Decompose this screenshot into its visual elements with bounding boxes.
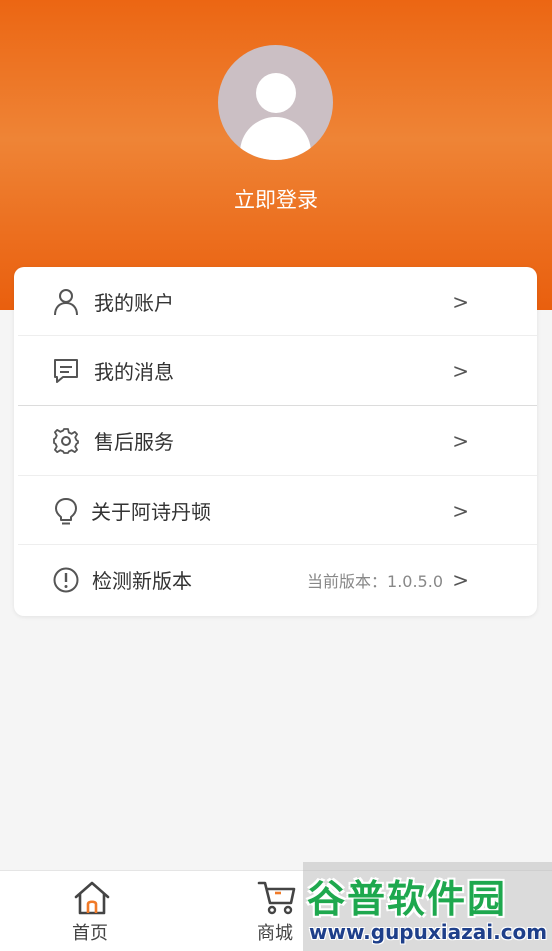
chevron-right-icon: >: [452, 498, 469, 523]
menu-item-label: 售后服务: [94, 430, 174, 454]
chevron-right-icon: >: [452, 428, 469, 453]
watermark-title: 谷普软件园: [307, 877, 508, 921]
login-link[interactable]: 立即登录: [0, 184, 552, 214]
cart-icon: [257, 879, 297, 917]
menu-item-messages[interactable]: 我的消息 >: [14, 336, 537, 405]
menu-item-check-update[interactable]: 检测新版本 当前版本：1.0.5.0 >: [14, 545, 537, 614]
menu-card: 我的账户 > 我的消息 > 售后服务 > 关于阿诗丹顿 > 检测新版本 当前版本…: [14, 267, 537, 616]
tab-label: 首页: [72, 923, 108, 944]
message-icon: [52, 357, 80, 385]
chevron-right-icon: >: [452, 567, 469, 592]
menu-item-about[interactable]: 关于阿诗丹顿 >: [14, 476, 537, 545]
avatar-head: [256, 73, 296, 113]
gear-icon: [52, 427, 80, 455]
chevron-right-icon: >: [452, 289, 469, 314]
menu-item-account[interactable]: 我的账户 >: [14, 267, 537, 336]
avatar[interactable]: [218, 45, 333, 160]
profile-header: 立即登录: [0, 0, 552, 310]
menu-item-label: 关于阿诗丹顿: [91, 500, 211, 524]
watermark-url: www.gupuxiazai.com: [309, 920, 548, 944]
chevron-right-icon: >: [452, 358, 469, 383]
home-icon: [72, 879, 112, 917]
info-icon: [52, 566, 80, 594]
current-version-text: 当前版本：1.0.5.0: [307, 571, 443, 591]
tab-home[interactable]: 首页: [30, 871, 150, 951]
watermark: 谷普软件园 www.gupuxiazai.com: [303, 862, 552, 951]
lightbulb-icon: [52, 497, 80, 525]
avatar-body: [240, 117, 311, 160]
menu-item-label: 我的账户: [94, 291, 174, 315]
user-icon: [52, 288, 80, 316]
menu-item-after-sales[interactable]: 售后服务 >: [14, 406, 537, 475]
menu-item-label: 检测新版本: [92, 569, 192, 593]
menu-item-label: 我的消息: [94, 360, 174, 384]
